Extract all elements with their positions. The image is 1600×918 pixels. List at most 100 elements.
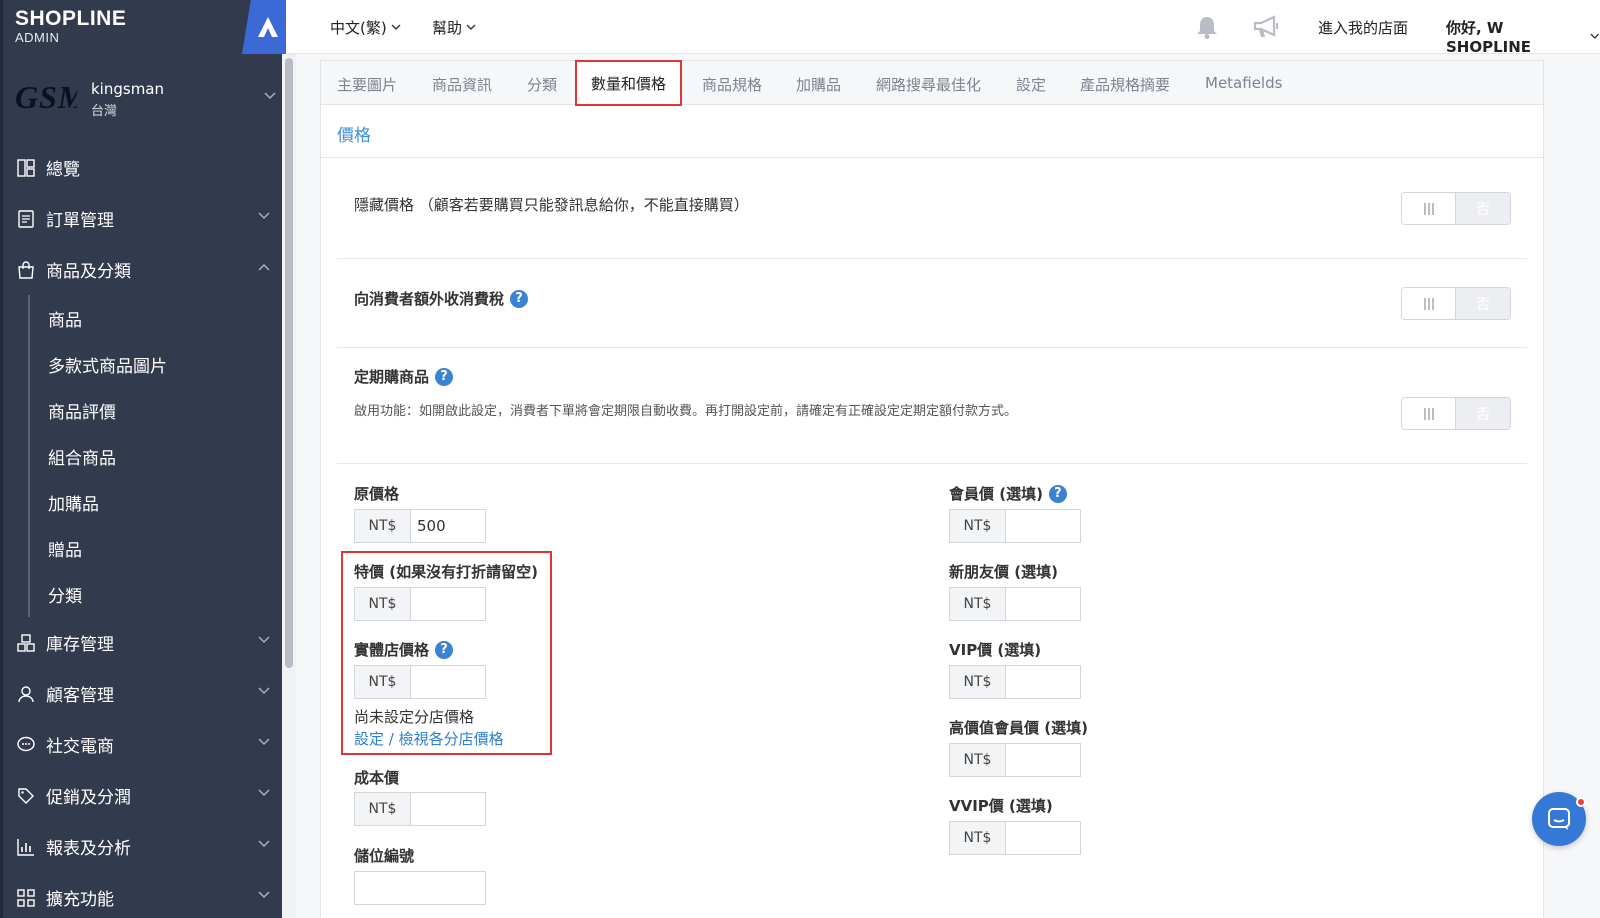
- sidebar-item-customers[interactable]: 顧客管理: [3, 668, 286, 719]
- sale-price-value[interactable]: [411, 588, 485, 620]
- cost-price-input[interactable]: NT$: [354, 792, 486, 826]
- divider: [321, 157, 1543, 158]
- tab-seo[interactable]: 網路搜尋最佳化: [876, 74, 981, 95]
- toggle-grip-icon: [1423, 297, 1434, 310]
- retail-price-input[interactable]: NT$: [354, 665, 486, 699]
- sale-price-input[interactable]: NT$: [354, 587, 486, 621]
- sidebar-item-overview[interactable]: 總覽: [3, 142, 286, 193]
- original-price-value[interactable]: 500: [411, 510, 485, 542]
- question-icon[interactable]: ?: [435, 640, 454, 659]
- new-friend-price-value[interactable]: [1006, 588, 1080, 620]
- brand-logo[interactable]: SHOPLINE: [15, 8, 126, 30]
- toggle-grip-icon: [1423, 202, 1434, 215]
- sidebar-collapse-button[interactable]: [242, 0, 286, 54]
- original-price-label: 原價格: [354, 485, 400, 503]
- original-price-input[interactable]: NT$ 500: [354, 509, 486, 543]
- help-dropdown[interactable]: 幫助: [432, 17, 476, 38]
- tab-spec-summary[interactable]: 產品規格摘要: [1080, 74, 1170, 95]
- sidebar-subitem-gifts[interactable]: 贈品: [30, 525, 286, 571]
- boxes-icon: [16, 633, 36, 653]
- currency-prefix: NT$: [950, 666, 1006, 698]
- collapse-icon: [258, 17, 278, 37]
- toggle-off-label[interactable]: 否: [1456, 398, 1510, 429]
- sidebar-subitem-addons[interactable]: 加購品: [30, 479, 286, 525]
- toggle-on-side[interactable]: [1402, 288, 1457, 319]
- sidebar-subitem-products[interactable]: 商品: [30, 295, 286, 341]
- subscription-toggle[interactable]: 否: [1401, 397, 1511, 430]
- question-icon[interactable]: ?: [1048, 484, 1067, 503]
- sidebar-item-products[interactable]: 商品及分類: [3, 244, 286, 295]
- bell-icon[interactable]: [1194, 14, 1220, 40]
- sidebar-scrollbar[interactable]: [282, 54, 296, 918]
- language-dropdown[interactable]: 中文(繁): [330, 17, 401, 38]
- tax-toggle[interactable]: 否: [1401, 287, 1511, 320]
- toggle-off-label[interactable]: 否: [1456, 288, 1510, 319]
- hide-price-text: 隱藏價格 （顧客若要購買只能發訊息給你，不能直接購買）: [354, 196, 749, 214]
- document-icon: [16, 209, 36, 229]
- chevron-down-icon: [258, 891, 270, 899]
- sidebar-item-promotions[interactable]: 促銷及分潤: [3, 770, 286, 821]
- toggle-grip-icon: [1423, 407, 1434, 420]
- chevron-down-icon: [258, 687, 270, 695]
- sidebar-subitem-variant-images[interactable]: 多款式商品圖片: [30, 341, 286, 387]
- sidebar-item-extensions[interactable]: 擴充功能: [3, 872, 286, 918]
- sidebar-subitem-reviews[interactable]: 商品評價: [30, 387, 286, 433]
- chevron-down-icon: [258, 636, 270, 644]
- sidebar-item-social[interactable]: 社交電商: [3, 719, 286, 770]
- chevron-up-icon: [258, 263, 270, 271]
- toggle-on-side[interactable]: [1402, 398, 1457, 429]
- vvip-price-input[interactable]: NT$: [949, 821, 1081, 855]
- subscription-text: 定期購商品: [354, 368, 430, 386]
- chevron-down-icon: [258, 212, 270, 220]
- vvip-price-value[interactable]: [1006, 822, 1080, 854]
- subscription-description: 啟用功能：如開啟此設定，消費者下單將會定期限自動收費。再打開設定前，請確定有正確…: [354, 404, 1018, 419]
- user-menu[interactable]: 你好, W SHOPLINE: [1446, 17, 1600, 56]
- branch-price-link[interactable]: 設定 / 檢視各分店價格: [354, 728, 504, 749]
- sidebar-item-orders[interactable]: 訂單管理: [3, 193, 286, 244]
- sidebar-item-label: 訂單管理: [46, 211, 114, 231]
- sidebar-subitem-bundles[interactable]: 組合商品: [30, 433, 286, 479]
- new-friend-price-input[interactable]: NT$: [949, 587, 1081, 621]
- high-value-price-label: 高價值會員價 (選填): [949, 719, 1088, 737]
- tab-settings[interactable]: 設定: [1016, 74, 1046, 95]
- question-icon[interactable]: ?: [510, 289, 529, 308]
- brand-subtitle: ADMIN: [15, 30, 60, 45]
- toggle-on-side[interactable]: [1402, 193, 1457, 224]
- high-value-price-value[interactable]: [1006, 744, 1080, 776]
- tab-main-images[interactable]: 主要圖片: [337, 74, 397, 95]
- vip-price-input[interactable]: NT$: [949, 665, 1081, 699]
- vip-price-value[interactable]: [1006, 666, 1080, 698]
- member-price-value[interactable]: [1006, 510, 1080, 542]
- retail-price-text: 實體店價格: [354, 641, 430, 659]
- sidebar-item-inventory[interactable]: 庫存管理: [3, 617, 286, 668]
- sidebar-subitem-categories[interactable]: 分類: [30, 571, 286, 617]
- visit-store-label: 進入我的店面: [1318, 19, 1409, 37]
- cost-price-label: 成本價: [354, 769, 400, 787]
- question-icon[interactable]: ?: [435, 367, 454, 386]
- sku-input[interactable]: [354, 871, 486, 905]
- high-value-price-input[interactable]: NT$: [949, 743, 1081, 777]
- hide-price-toggle[interactable]: 否: [1401, 192, 1511, 225]
- tab-variations[interactable]: 商品規格: [702, 74, 762, 95]
- tab-metafields[interactable]: Metafields: [1205, 74, 1282, 92]
- sidebar-item-label: 顧客管理: [46, 686, 114, 706]
- products-submenu: 商品 多款式商品圖片 商品評價 組合商品 加購品 贈品 分類: [28, 295, 286, 617]
- tab-product-info[interactable]: 商品資訊: [432, 74, 492, 95]
- tab-quantity-price[interactable]: 數量和價格: [575, 60, 683, 106]
- store-region: 台灣: [91, 104, 118, 119]
- sidebar-item-reports[interactable]: 報表及分析: [3, 821, 286, 872]
- cost-price-value[interactable]: [411, 793, 485, 825]
- new-friend-price-label: 新朋友價 (選填): [949, 563, 1058, 581]
- member-price-input[interactable]: NT$: [949, 509, 1081, 543]
- retail-price-value[interactable]: [411, 666, 485, 698]
- currency-prefix: NT$: [950, 588, 1006, 620]
- visit-store-link[interactable]: 進入我的店面: [1318, 17, 1408, 38]
- toggle-off-label[interactable]: 否: [1456, 193, 1510, 224]
- store-name: kingsman: [91, 80, 165, 98]
- tab-categories[interactable]: 分類: [527, 74, 557, 95]
- megaphone-icon[interactable]: [1252, 14, 1282, 40]
- store-logo: GSM: [15, 79, 77, 115]
- store-switcher[interactable]: GSM kingsman 台灣: [3, 66, 286, 132]
- tab-addons[interactable]: 加購品: [796, 74, 841, 95]
- scrollbar-thumb[interactable]: [285, 58, 293, 668]
